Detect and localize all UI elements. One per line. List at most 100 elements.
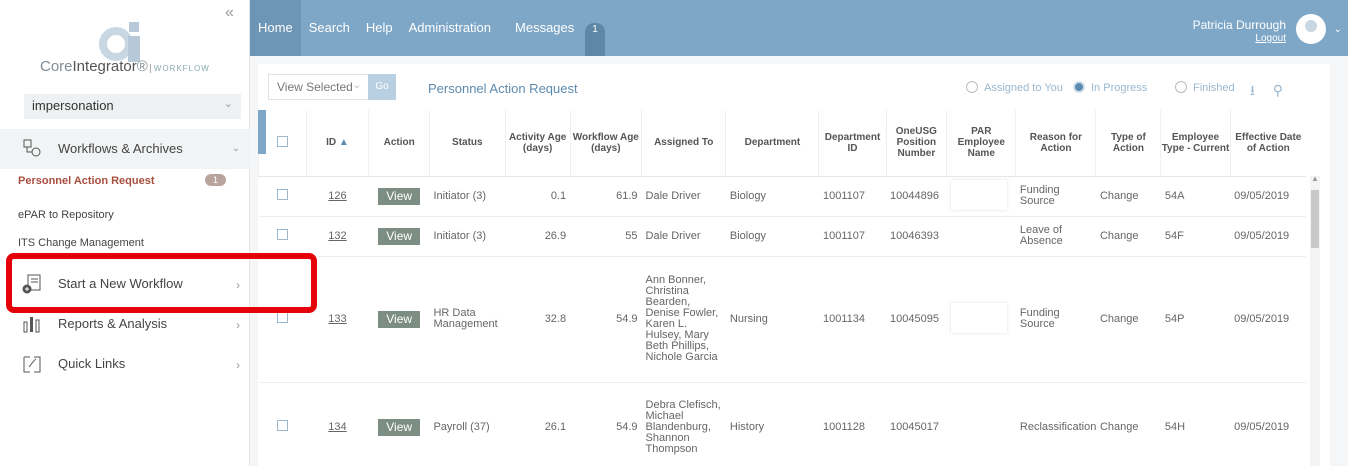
position-number-cell: 10045017 xyxy=(886,381,947,466)
department-cell: Biology xyxy=(725,215,819,256)
employee-name-cell xyxy=(946,255,1016,382)
view-selected-dropdown[interactable]: View Selected ⌄ Go xyxy=(268,74,396,100)
row-checkbox[interactable] xyxy=(276,420,288,432)
assigned-to-cell: Dale Driver xyxy=(641,175,726,216)
collapse-sidebar-icon[interactable]: « xyxy=(225,4,234,22)
menu-help[interactable]: Help xyxy=(358,0,401,56)
sidebar-item-personnel-action-request[interactable]: Personnel Action Request 1 xyxy=(18,174,227,187)
table-row[interactable]: 132 View Initiator (3) 26.9 55 Dale Driv… xyxy=(258,215,1306,256)
assigned-to-cell: Ann Bonner, Christina Bearden, Denise Fo… xyxy=(641,255,726,382)
workflow-age-cell: 55 xyxy=(570,215,642,256)
col-header-status[interactable]: Status xyxy=(428,110,506,177)
chevron-right-icon: › xyxy=(236,318,240,332)
type-cell: Change xyxy=(1095,381,1161,466)
view-button[interactable]: View xyxy=(378,187,421,205)
scrollbar-thumb[interactable] xyxy=(1311,190,1319,248)
nav-start-workflow[interactable]: Start a New Workflow › xyxy=(0,274,250,306)
id-link[interactable]: 133 xyxy=(328,313,346,325)
logout-link[interactable]: Logout xyxy=(1193,33,1286,44)
table-row[interactable]: 134 View Payroll (37) 26.1 54.9 Debra Cl… xyxy=(258,381,1306,466)
chevron-down-icon: ⌄ xyxy=(223,98,233,110)
table-scrollbar[interactable]: ▲ xyxy=(1310,174,1320,466)
column-menu-handle[interactable] xyxy=(258,110,266,154)
go-button[interactable]: Go xyxy=(368,74,396,100)
action-cell: View xyxy=(368,215,430,256)
col-header-id[interactable]: ID ▲ xyxy=(305,110,369,177)
col-header-position-number[interactable]: OneUSG Position Number xyxy=(885,110,947,177)
view-button[interactable]: View xyxy=(378,227,421,245)
nav-workflows-archives[interactable]: Workflows & Archives ⌄ xyxy=(0,129,250,169)
col-header-assigned-to[interactable]: Assigned To xyxy=(641,110,726,177)
row-checkbox[interactable] xyxy=(276,312,288,323)
chevron-right-icon: › xyxy=(236,278,240,292)
status-cell: Initiator (3) xyxy=(429,175,506,216)
table-row[interactable]: 126 View Initiator (3) 0.1 61.9 Dale Dri… xyxy=(258,175,1306,216)
department-id-cell: 1001134 xyxy=(818,255,887,382)
table-row[interactable]: 133 View HR Data Management 32.8 54.9 An… xyxy=(258,255,1306,382)
col-header-reason[interactable]: Reason for Action xyxy=(1015,110,1096,177)
row-checkbox-cell xyxy=(258,255,307,382)
view-button[interactable]: View xyxy=(378,418,421,436)
id-link[interactable]: 134 xyxy=(328,421,346,433)
menu-home[interactable]: Home xyxy=(250,0,301,56)
export-icon[interactable]: ⭳ xyxy=(1250,82,1255,98)
employee-name-cell xyxy=(946,381,1016,466)
app-window: « CoreIntegrator® WORKFLOW impersonation … xyxy=(0,0,1348,466)
action-cell: View xyxy=(368,255,430,382)
chevron-right-icon: › xyxy=(236,358,240,372)
sidebar-item-epar-repository[interactable]: ePAR to Repository xyxy=(18,209,114,221)
row-checkbox-cell xyxy=(258,215,307,256)
worklist-table: ID ▲ Action Status Activity Age (days) W… xyxy=(258,110,1306,466)
col-header-action[interactable]: Action xyxy=(368,110,430,177)
nav-reports[interactable]: Reports & Analysis › xyxy=(0,316,250,346)
col-header-effective-date[interactable]: Effective Date of Action xyxy=(1229,110,1306,177)
radio-in-progress[interactable]: In Progress xyxy=(1073,81,1147,94)
department-cell: History xyxy=(725,381,819,466)
col-header-employee-name[interactable]: PAR Employee Name xyxy=(946,110,1016,177)
row-checkbox[interactable] xyxy=(276,229,288,240)
view-button[interactable]: View xyxy=(378,310,421,328)
department-cell: Nursing xyxy=(725,255,819,382)
radio-label: Finished xyxy=(1193,82,1235,94)
type-cell: Change xyxy=(1095,175,1161,216)
impersonation-select[interactable]: impersonation ⌄ xyxy=(24,94,241,119)
worklist-toolbar: View Selected ⌄ Go Personnel Action Requ… xyxy=(258,64,1330,110)
link-icon xyxy=(23,356,41,373)
search-icon[interactable]: ⚲ xyxy=(1273,82,1283,98)
id-cell: 126 xyxy=(306,175,369,216)
sidebar-item-label: Personnel Action Request xyxy=(18,175,155,187)
col-header-workflow-age[interactable]: Workflow Age (days) xyxy=(569,110,642,177)
id-link[interactable]: 126 xyxy=(328,190,346,202)
user-menu-chevron-icon[interactable]: ⌄ xyxy=(1334,24,1342,35)
assigned-to-cell: Dale Driver xyxy=(641,215,726,256)
radio-assigned-to-you[interactable]: Assigned to You xyxy=(966,81,1063,94)
radio-circle-icon xyxy=(1073,81,1085,93)
col-header-activity-age[interactable]: Activity Age (days) xyxy=(504,110,571,177)
radio-finished[interactable]: Finished xyxy=(1175,81,1235,94)
chevron-down-icon: ⌄ xyxy=(352,80,361,91)
status-cell: Payroll (37) xyxy=(429,381,506,466)
logo: CoreIntegrator® WORKFLOW xyxy=(40,20,220,80)
department-id-cell: 1001107 xyxy=(818,175,887,216)
header-label: ID xyxy=(326,137,337,149)
type-cell: Change xyxy=(1095,215,1161,256)
nav-quick-links[interactable]: Quick Links › xyxy=(0,356,250,386)
col-header-department[interactable]: Department xyxy=(725,110,819,177)
nav-workflows-label: Workflows & Archives xyxy=(58,141,183,156)
col-header-department-id[interactable]: Department ID xyxy=(818,110,887,177)
menu-search[interactable]: Search xyxy=(301,0,358,56)
col-header-employee-type[interactable]: Employee Type - Current xyxy=(1160,110,1231,177)
top-navigation-bar: Home Search Help Administration Messages… xyxy=(250,0,1348,79)
id-link[interactable]: 132 xyxy=(328,230,346,242)
type-cell: Change xyxy=(1095,255,1161,382)
avatar[interactable] xyxy=(1296,14,1326,44)
scroll-up-icon[interactable]: ▲ xyxy=(1311,174,1319,183)
select-all-checkbox[interactable] xyxy=(276,135,288,147)
col-header-type[interactable]: Type of Action xyxy=(1095,110,1161,177)
row-checkbox[interactable] xyxy=(276,189,288,200)
employee-type-cell: 54H xyxy=(1160,381,1231,466)
sidebar-item-its-change[interactable]: ITS Change Management xyxy=(18,237,144,249)
activity-age-cell: 0.1 xyxy=(505,175,571,216)
menu-administration[interactable]: Administration xyxy=(401,0,499,56)
menu-messages[interactable]: Messages 1 xyxy=(499,0,613,79)
